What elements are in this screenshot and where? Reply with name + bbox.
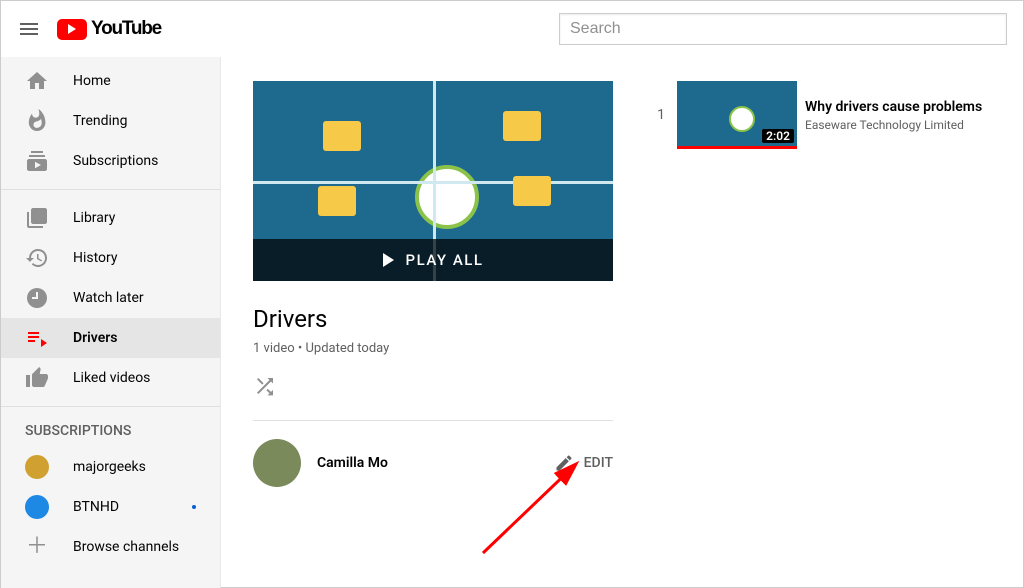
sidebar-item-label: Trending xyxy=(73,113,128,129)
video-thumbnail[interactable]: 2:02 xyxy=(677,81,797,149)
playlist-owner-row: Camilla Mo EDIT xyxy=(253,421,613,487)
youtube-play-icon xyxy=(57,19,87,40)
video-meta: Why drivers cause problems Easeware Tech… xyxy=(805,98,1023,132)
sidebar-item-label: Watch later xyxy=(73,290,144,306)
item-index: 1 xyxy=(653,107,669,123)
edit-label: EDIT xyxy=(584,455,613,471)
sidebar-item-home[interactable]: Home xyxy=(1,61,220,101)
youtube-logo-text: YouTube xyxy=(91,18,161,40)
playlist-hero[interactable]: PLAY ALL xyxy=(253,81,613,281)
edit-button[interactable]: EDIT xyxy=(554,453,613,473)
content: PLAY ALL Drivers 1 video • Updated today… xyxy=(221,57,1023,588)
header: YouTube xyxy=(1,1,1023,57)
shuffle-icon[interactable] xyxy=(253,374,277,398)
sidebar-item-liked[interactable]: Liked videos xyxy=(1,358,220,398)
channel-avatar xyxy=(25,455,49,479)
history-icon xyxy=(25,246,49,270)
sidebar-item-label: Subscriptions xyxy=(73,153,158,169)
owner-name[interactable]: Camilla Mo xyxy=(317,455,388,471)
sidebar-item-label: Library xyxy=(73,210,115,226)
sidebar-item-trending[interactable]: Trending xyxy=(1,101,220,141)
sidebar: Home Trending Subscriptions Library Hist… xyxy=(1,57,221,588)
duration-badge: 2:02 xyxy=(762,129,794,143)
youtube-logo[interactable]: YouTube xyxy=(57,18,161,40)
sidebar-item-history[interactable]: History xyxy=(1,238,220,278)
list-item[interactable]: 1 2:02 Why drivers cause problems Easewa… xyxy=(653,81,1023,149)
plus-circle-icon: ＋ xyxy=(25,536,49,558)
liked-icon xyxy=(25,366,49,390)
watchlater-icon xyxy=(25,286,49,310)
video-channel[interactable]: Easeware Technology Limited xyxy=(805,118,1023,132)
trending-icon xyxy=(25,109,49,133)
channel-avatar xyxy=(25,495,49,519)
search-wrap xyxy=(559,13,1007,45)
playlist-column: PLAY ALL Drivers 1 video • Updated today… xyxy=(253,81,613,588)
sidebar-item-watch-later[interactable]: Watch later xyxy=(1,278,220,318)
sidebar-item-label: majorgeeks xyxy=(73,459,146,475)
play-all-overlay[interactable]: PLAY ALL xyxy=(253,239,613,281)
sidebar-item-subscriptions[interactable]: Subscriptions xyxy=(1,141,220,181)
sidebar-item-library[interactable]: Library xyxy=(1,198,220,238)
owner-avatar[interactable] xyxy=(253,439,301,487)
sidebar-browse-channels[interactable]: ＋ Browse channels xyxy=(1,527,220,567)
sidebar-item-label: History xyxy=(73,250,118,266)
sidebar-divider xyxy=(1,189,220,190)
playlist-meta: 1 video • Updated today xyxy=(253,341,613,356)
menu-icon[interactable] xyxy=(17,17,41,41)
playlist-icon xyxy=(25,326,49,350)
video-list-column: 1 2:02 Why drivers cause problems Easewa… xyxy=(613,81,1023,588)
new-indicator-dot xyxy=(192,505,196,509)
video-title[interactable]: Why drivers cause problems xyxy=(805,98,1023,116)
sidebar-divider xyxy=(1,406,220,407)
sidebar-heading-subscriptions: Subscriptions xyxy=(1,415,220,447)
sidebar-item-label: Browse channels xyxy=(73,539,179,555)
play-all-label: PLAY ALL xyxy=(406,251,484,269)
sidebar-item-label: Liked videos xyxy=(73,370,150,386)
playlist-title: Drivers xyxy=(253,305,613,333)
sidebar-sub-btnhd[interactable]: BTNHD xyxy=(1,487,220,527)
search-input[interactable] xyxy=(559,13,1007,45)
sidebar-item-drivers[interactable]: Drivers xyxy=(1,318,220,358)
subscriptions-icon xyxy=(25,149,49,173)
library-icon xyxy=(25,206,49,230)
play-icon xyxy=(383,253,394,267)
home-icon xyxy=(25,69,49,93)
sidebar-item-label: Drivers xyxy=(73,330,118,346)
sidebar-item-label: BTNHD xyxy=(73,499,119,515)
sidebar-item-label: Home xyxy=(73,73,111,89)
layout: Home Trending Subscriptions Library Hist… xyxy=(1,57,1023,588)
pencil-icon xyxy=(554,453,574,473)
sidebar-sub-majorgeeks[interactable]: majorgeeks xyxy=(1,447,220,487)
